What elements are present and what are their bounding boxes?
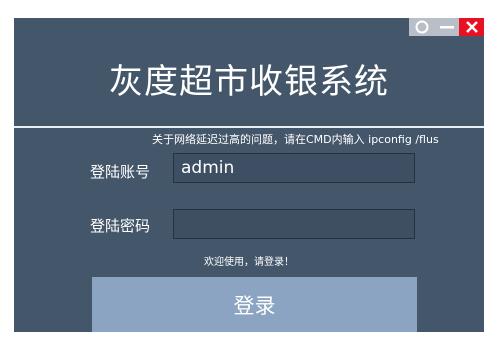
close-button[interactable]	[459, 18, 484, 36]
account-label: 登陆账号	[90, 163, 151, 181]
window-controls	[409, 18, 484, 36]
minimize-button[interactable]	[434, 18, 459, 36]
welcome-message: 欢迎使用，请登录！	[204, 257, 294, 268]
network-notice: 关于网络延迟过高的问题，请在CMD内输入 ipconfig /flus	[152, 133, 439, 146]
close-icon	[465, 21, 478, 33]
password-input[interactable]	[173, 209, 415, 239]
login-window: 灰度超市收银系统 关于网络延迟过高的问题，请在CMD内输入 ipconfig /…	[14, 18, 484, 332]
header-divider	[14, 126, 484, 128]
circle-icon	[415, 20, 428, 34]
minimize-icon	[439, 26, 454, 29]
account-input[interactable]	[173, 153, 415, 183]
page: 灰度超市收银系统 关于网络延迟过高的问题，请在CMD内输入 ipconfig /…	[0, 0, 500, 353]
app-title: 灰度超市收银系统	[109, 62, 389, 102]
password-label: 登陆密码	[90, 217, 151, 235]
restore-button[interactable]	[409, 18, 434, 36]
login-button[interactable]: 登录	[92, 277, 417, 332]
